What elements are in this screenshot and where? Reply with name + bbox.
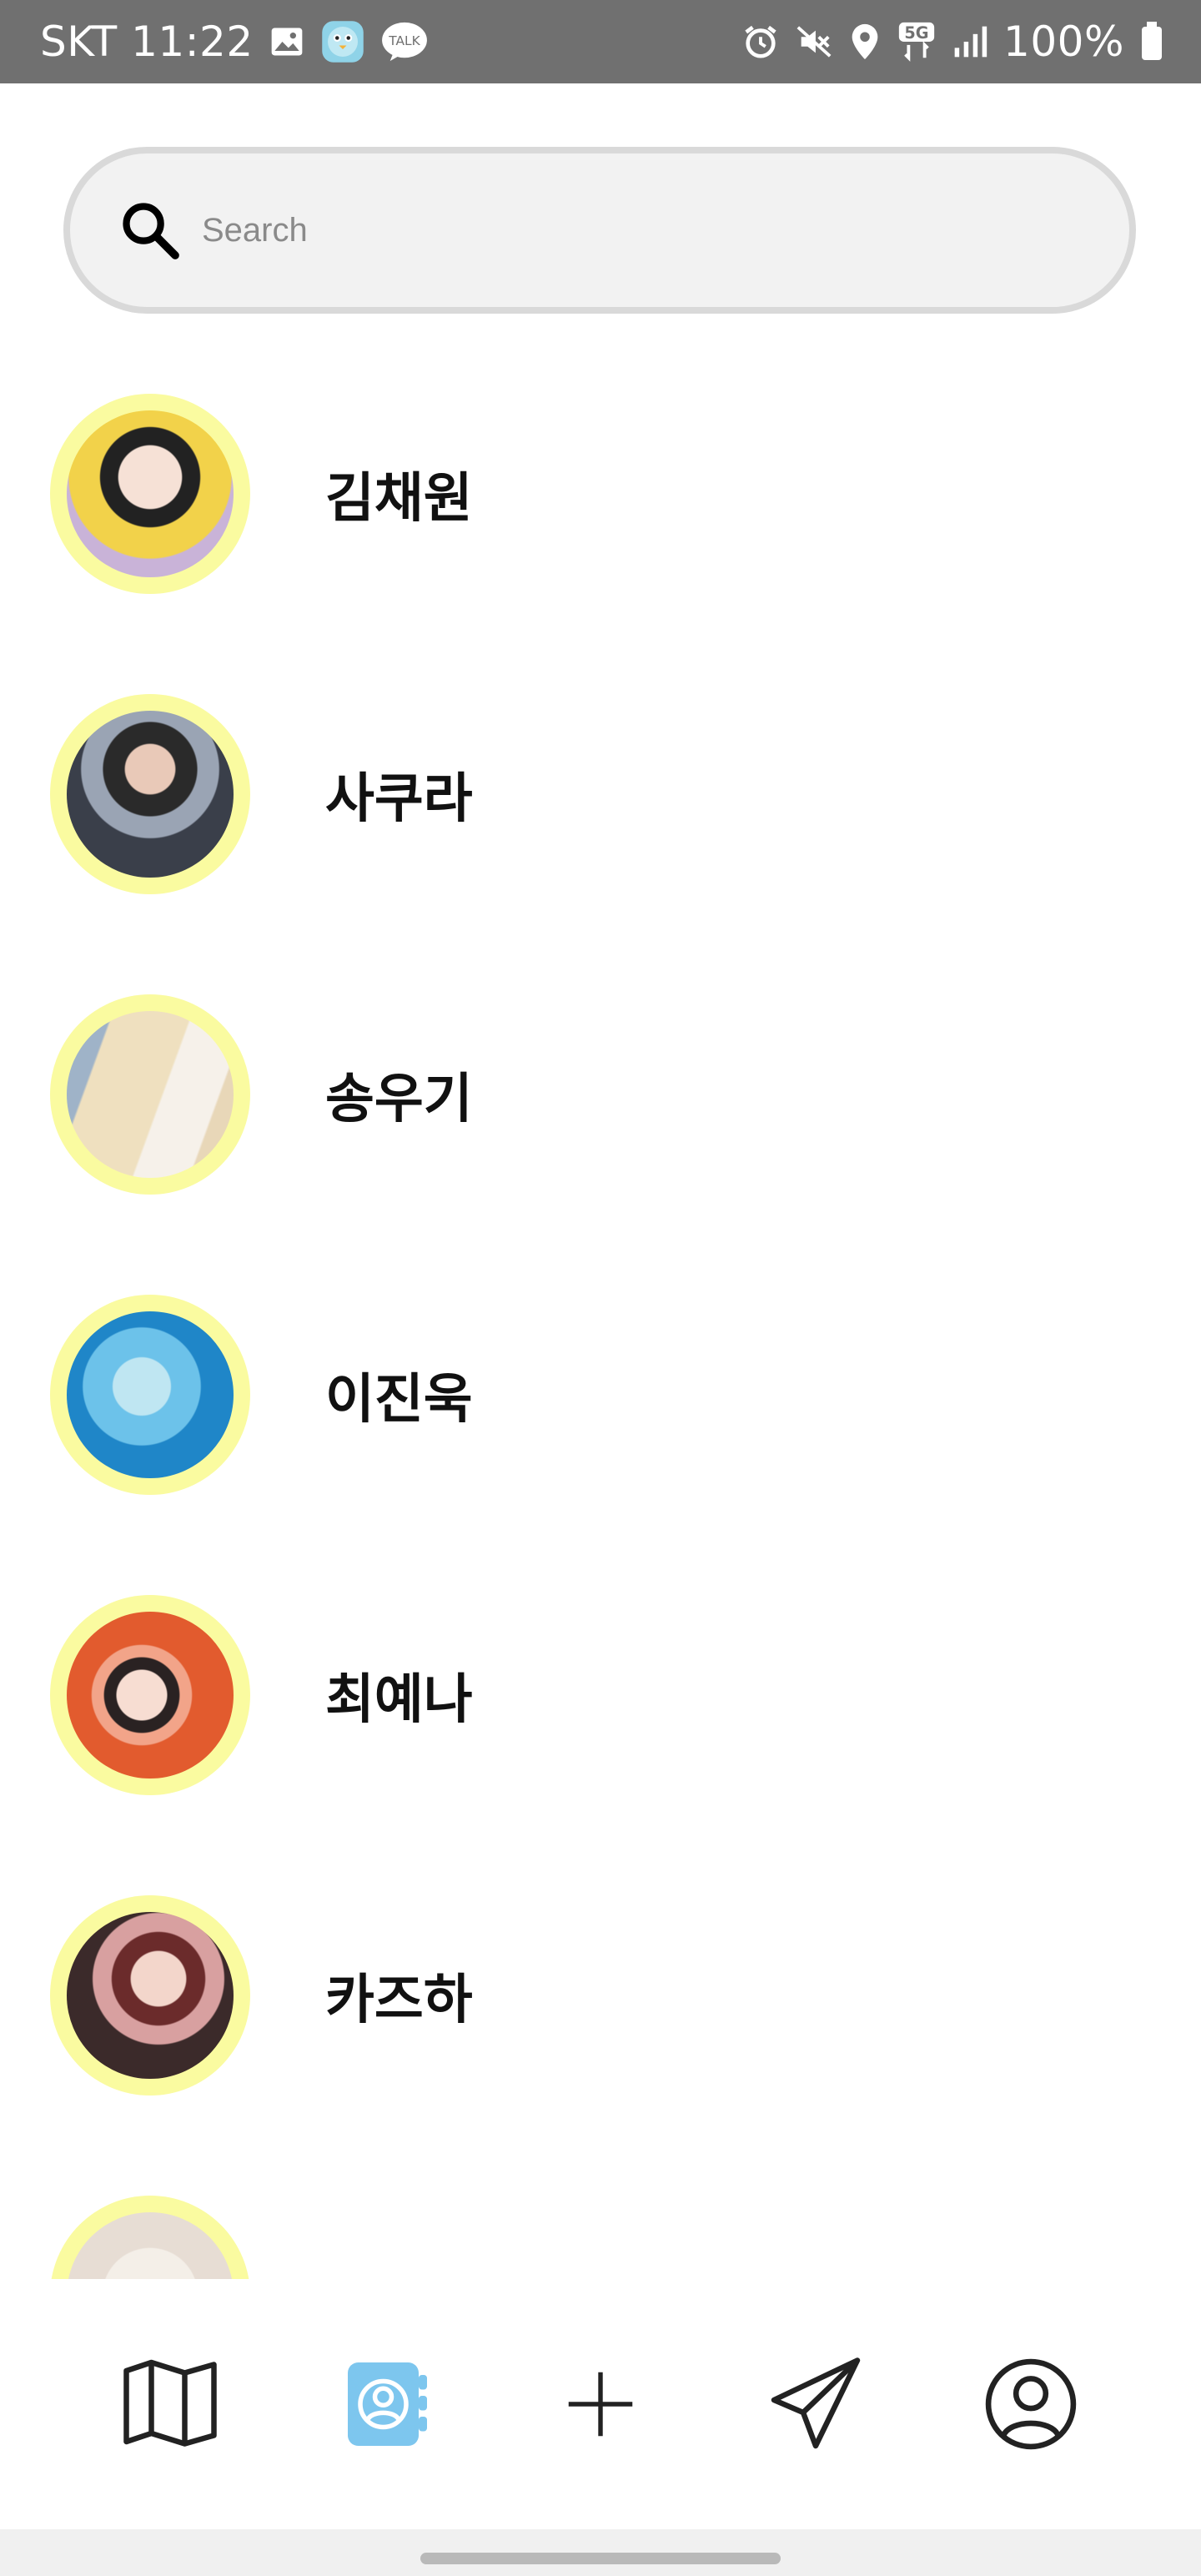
map-icon[interactable]	[103, 2337, 237, 2471]
alarm-icon	[741, 23, 780, 61]
home-handle[interactable]	[420, 2553, 781, 2564]
avatar-photo	[67, 1612, 234, 1779]
bird-app-icon	[320, 19, 365, 64]
contact-name: 이진욱	[325, 1369, 473, 1431]
avatar[interactable]	[50, 694, 250, 894]
search-input[interactable]	[200, 210, 1038, 250]
avatar[interactable]	[50, 1595, 250, 1795]
profile-icon[interactable]	[964, 2337, 1098, 2471]
avatar[interactable]	[50, 394, 250, 594]
list-item[interactable]: 송우기	[0, 944, 1201, 1245]
status-left: SKT 11:22 TALK	[40, 18, 429, 66]
avatar-photo	[67, 2212, 234, 2279]
avatar[interactable]	[50, 1895, 250, 2096]
status-right: 5G 100%	[741, 18, 1164, 66]
contact-name: 카즈하	[325, 1970, 473, 2031]
talk-icon: TALK	[380, 21, 429, 63]
send-icon[interactable]	[749, 2337, 882, 2471]
contact-name: 송우기	[325, 1069, 473, 1130]
status-bar: SKT 11:22 TALK 5G 100%	[0, 0, 1201, 83]
search-bar[interactable]	[63, 147, 1136, 314]
list-item[interactable]: 카즈하	[0, 1845, 1201, 2146]
list-item[interactable]: 이진욱	[0, 1245, 1201, 1545]
svg-text:5G: 5G	[904, 23, 928, 43]
avatar[interactable]	[50, 1295, 250, 1495]
battery-icon	[1139, 22, 1164, 62]
bottom-nav	[0, 2279, 1201, 2529]
network-5g-icon: 5G	[897, 21, 937, 63]
contact-list[interactable]: 김채원 사쿠라 송우기 이진욱 최예나 카즈하	[0, 344, 1201, 2279]
signal-icon	[952, 23, 988, 60]
list-item[interactable]: 김채원	[0, 344, 1201, 644]
avatar-photo	[67, 1011, 234, 1178]
avatar-photo	[67, 410, 234, 577]
gallery-icon	[269, 23, 305, 60]
contact-name: 김채원	[325, 468, 473, 530]
avatar[interactable]	[50, 994, 250, 1195]
list-item[interactable]	[0, 2146, 1201, 2279]
mute-icon	[795, 23, 833, 61]
location-icon	[848, 23, 882, 61]
contact-name: 사쿠라	[325, 768, 473, 830]
avatar-photo	[67, 1311, 234, 1478]
avatar-photo	[67, 711, 234, 878]
contact-name: 최예나	[325, 1669, 473, 1731]
carrier-time: SKT 11:22	[40, 18, 254, 66]
list-item[interactable]: 사쿠라	[0, 644, 1201, 944]
search-icon	[123, 203, 179, 259]
contacts-book-icon[interactable]	[319, 2337, 452, 2471]
svg-text:TALK: TALK	[388, 33, 420, 48]
avatar-photo	[67, 1912, 234, 2079]
gesture-bar	[0, 2529, 1201, 2576]
list-item[interactable]: 최예나	[0, 1545, 1201, 1845]
add-icon[interactable]	[534, 2337, 667, 2471]
avatar[interactable]	[50, 2196, 250, 2279]
battery-percent: 100%	[1003, 18, 1124, 66]
